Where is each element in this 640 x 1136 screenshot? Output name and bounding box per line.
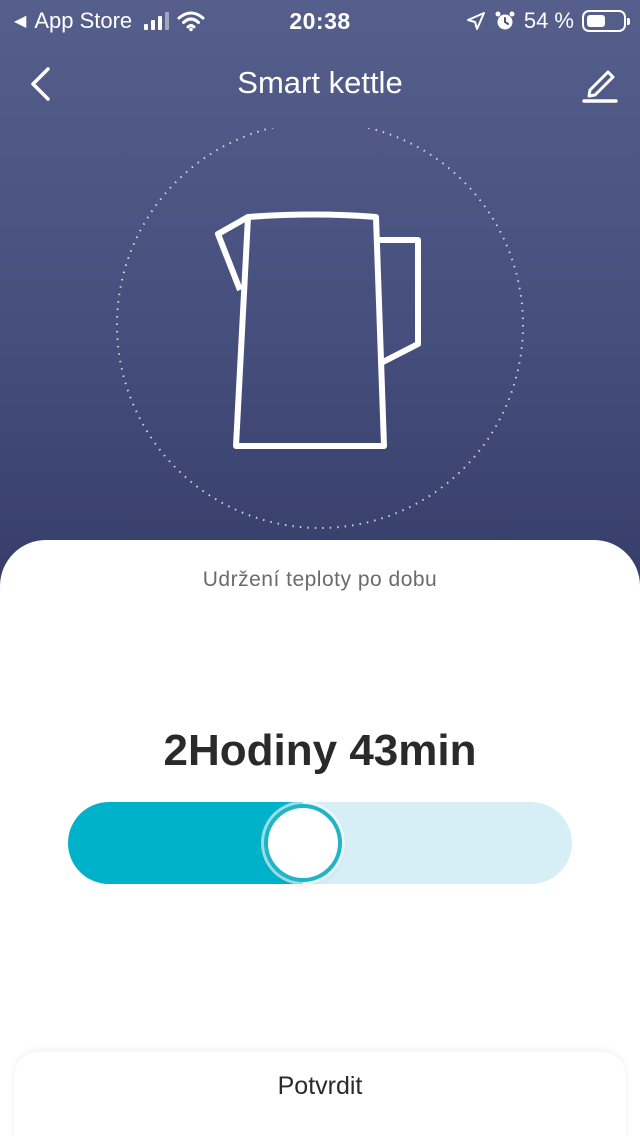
pencil-icon[interactable] [580, 64, 620, 104]
location-arrow-icon [466, 12, 485, 30]
dotted-ring [116, 121, 524, 529]
status-bar: ◀ App Store 20:38 54 % [0, 0, 640, 42]
slider-thumb[interactable] [264, 804, 342, 882]
keep-warm-label: Udržení teploty po dobu [202, 568, 438, 591]
nav-bar: Smart kettle [0, 50, 640, 120]
battery-icon [582, 10, 630, 32]
app-screen: ◀ App Store 20:38 54 % Smart kettle Udrž… [0, 0, 640, 1136]
kettle-icon [116, 121, 524, 529]
keep-warm-sheet: Udržení teploty po dobu 2Hodiny 43min Po… [0, 540, 640, 1136]
page-title: Smart kettle [237, 65, 403, 100]
kettle-hero [114, 121, 526, 540]
battery-percent: 54 % [523, 8, 574, 33]
confirm-button-label: Potvrdit [277, 1072, 363, 1100]
alarm-clock-icon [495, 11, 515, 30]
duration-slider[interactable] [68, 802, 572, 884]
battery-level [587, 15, 606, 27]
keep-warm-duration: 2Hodiny 43min [163, 726, 477, 775]
confirm-button[interactable]: Potvrdit [14, 1052, 626, 1136]
